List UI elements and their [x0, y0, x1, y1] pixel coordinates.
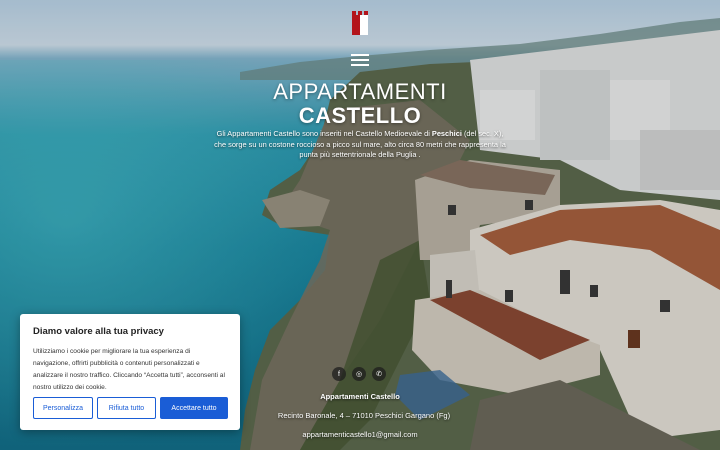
cookie-banner-title: Diamo valore alla tua privacy — [33, 326, 164, 337]
instagram-icon[interactable]: ◎ — [352, 367, 366, 381]
intro-bold-place: Peschici — [431, 129, 462, 138]
facebook-icon[interactable]: f — [332, 367, 346, 381]
business-email-link[interactable]: appartamenticastello1@gmail.com — [0, 430, 720, 439]
whatsapp-icon[interactable]: ✆ — [372, 367, 386, 381]
cookie-banner-text: Utilizziamo i cookie per migliorare la t… — [33, 348, 225, 391]
cookie-banner-actions: Personalizza Rifiuta tutto Accettare tut… — [33, 397, 228, 419]
page-title-line1: Appartamenti — [273, 79, 447, 104]
intro-text: Gli Appartamenti Castello sono inseriti … — [214, 129, 506, 159]
page-title-line2: Castello — [298, 103, 422, 128]
reject-all-button[interactable]: Rifiuta tutto — [97, 397, 156, 419]
customize-button[interactable]: Personalizza — [33, 397, 93, 419]
castle-tower-icon[interactable] — [351, 11, 369, 35]
accept-all-button[interactable]: Accettare tutto — [160, 397, 228, 419]
hamburger-menu-icon[interactable] — [351, 54, 369, 66]
social-links: f ◎ ✆ — [332, 367, 386, 381]
cookie-consent-banner: Diamo valore alla tua privacy Utilizziam… — [20, 314, 240, 430]
